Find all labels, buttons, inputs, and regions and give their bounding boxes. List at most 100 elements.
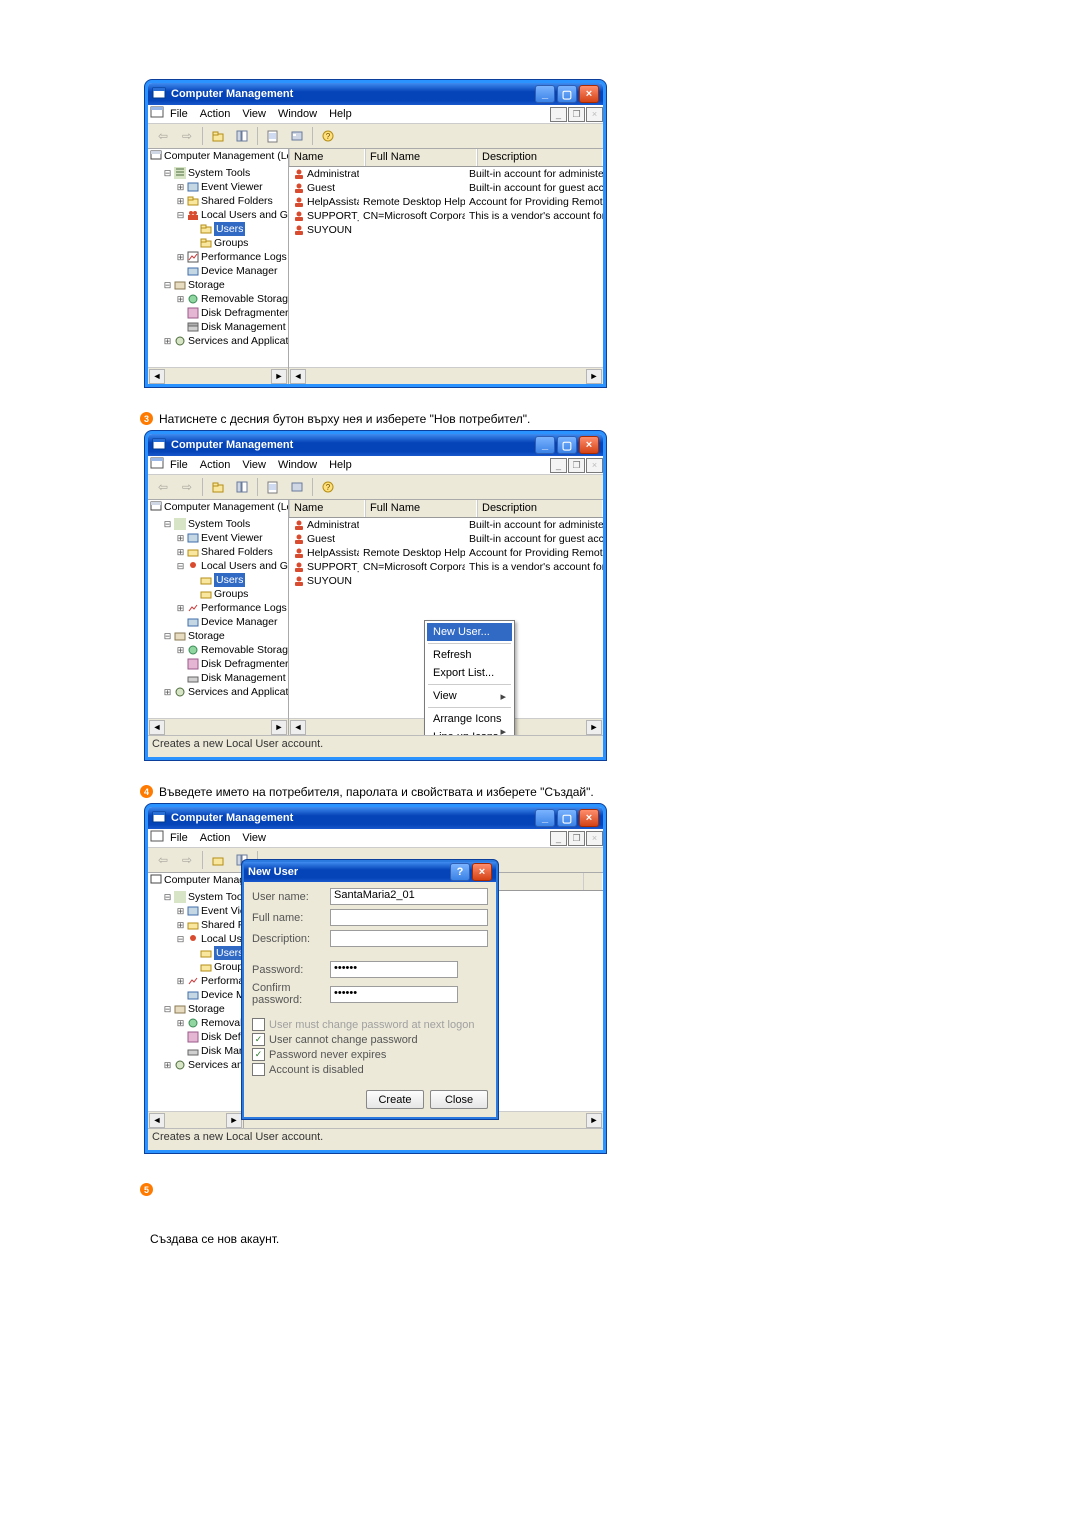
ctx-view[interactable]: View▸ — [427, 687, 512, 705]
tree-local-users[interactable]: Local Users and Groups — [201, 208, 288, 222]
tree-services[interactable]: Services and Applications — [188, 685, 288, 699]
menu-help[interactable]: Help — [329, 459, 352, 471]
console-tree[interactable]: Computer Manageme ⊟System Tools ⊞Event V… — [148, 873, 244, 1128]
tree-scrollbar[interactable]: ◄► — [148, 367, 288, 384]
export-button[interactable] — [262, 125, 284, 147]
tree-local-users[interactable]: Local Users a — [201, 932, 243, 946]
tree-users[interactable]: Users — [214, 222, 245, 236]
menu-file[interactable]: File — [170, 459, 188, 471]
up-button[interactable] — [207, 476, 229, 498]
column-headers[interactable]: Name Full Name Description — [289, 500, 603, 518]
minimize-button[interactable]: _ — [535, 436, 555, 454]
tree-perf[interactable]: Performance — [201, 974, 243, 988]
maximize-button[interactable]: ▢ — [557, 85, 577, 103]
mdi-minimize-button[interactable]: _ — [550, 458, 567, 473]
confirm-password-field[interactable]: •••••• — [330, 986, 458, 1003]
tree-diskmgmt[interactable]: Disk Management — [201, 320, 286, 334]
tree-local-users[interactable]: Local Users and Groups — [201, 559, 288, 573]
mdi-minimize-button[interactable]: _ — [550, 107, 567, 122]
table-row[interactable]: AdministratorBuilt-in account for admini… — [289, 167, 603, 181]
ctx-new-user[interactable]: New User... — [427, 623, 512, 641]
tree-event-viewer[interactable]: Event Viewer — [201, 904, 243, 918]
menu-view[interactable]: View — [242, 459, 266, 471]
nav-back-button[interactable]: ⇦ — [152, 849, 174, 871]
tree-defrag[interactable]: Disk Defragm — [201, 1030, 243, 1044]
tree-diskmgmt[interactable]: Disk Managem — [201, 1044, 243, 1058]
tree-groups[interactable]: Groups — [214, 960, 243, 974]
menu-action[interactable]: Action — [200, 832, 231, 844]
username-field[interactable]: SantaMaria2_01 — [330, 888, 488, 905]
list-scrollbar[interactable]: ◄► — [289, 367, 603, 384]
tree-services[interactable]: Services and App — [188, 1058, 243, 1072]
tree-root[interactable]: Computer Management (Local) — [164, 149, 288, 163]
password-field[interactable]: •••••• — [330, 961, 458, 978]
up-button[interactable] — [207, 849, 229, 871]
col-desc[interactable]: Description — [477, 149, 603, 166]
help-button[interactable]: ? — [317, 125, 339, 147]
export-button[interactable] — [262, 476, 284, 498]
tree-devmgr[interactable]: Device Manager — [201, 615, 277, 629]
table-row[interactable]: GuestBuilt-in account for guest access t… — [289, 181, 603, 195]
menu-action[interactable]: Action — [200, 108, 231, 120]
tree-removable[interactable]: Removable S — [201, 1016, 243, 1030]
tree-scrollbar[interactable]: ◄► — [148, 718, 288, 735]
tree-root[interactable]: Computer Manageme — [164, 873, 243, 887]
close-button[interactable]: × — [579, 85, 599, 103]
maximize-button[interactable]: ▢ — [557, 809, 577, 827]
menu-window[interactable]: Window — [278, 108, 317, 120]
chk-disabled[interactable]: Account is disabled — [252, 1063, 488, 1076]
minimize-button[interactable]: _ — [535, 809, 555, 827]
table-row[interactable]: AdministratorBuilt-in account for admini… — [289, 518, 603, 532]
menu-help[interactable]: Help — [329, 108, 352, 120]
tree-storage[interactable]: Storage — [188, 278, 225, 292]
table-row[interactable]: HelpAssistantRemote Desktop Help Assi...… — [289, 546, 603, 560]
menu-file[interactable]: File — [170, 108, 188, 120]
close-button[interactable]: Close — [430, 1090, 488, 1109]
show-hide-button[interactable] — [231, 125, 253, 147]
dialog-close-button[interactable]: × — [472, 863, 492, 881]
tree-event-viewer[interactable]: Event Viewer — [201, 180, 263, 194]
nav-back-button[interactable]: ⇦ — [152, 476, 174, 498]
ctx-lineup[interactable]: Line up Icons — [427, 728, 512, 735]
chk-cannot-change[interactable]: ✓User cannot change password — [252, 1033, 488, 1046]
tree-shared-folders[interactable]: Shared Folders — [201, 545, 273, 559]
tree-storage[interactable]: Storage — [188, 1002, 225, 1016]
dialog-help-button[interactable]: ? — [450, 863, 470, 881]
tree-system-tools[interactable]: System Tools — [188, 517, 250, 531]
col-name[interactable]: Name — [289, 500, 365, 517]
tree-defrag[interactable]: Disk Defragmenter — [201, 306, 288, 320]
mdi-restore-button[interactable]: ❐ — [568, 107, 585, 122]
col-name[interactable]: Name — [289, 149, 365, 166]
column-headers[interactable]: Name Full Name Description — [289, 149, 603, 167]
tree-perf[interactable]: Performance Logs and Alerts — [201, 250, 288, 264]
create-button[interactable]: Create — [366, 1090, 424, 1109]
menu-action[interactable]: Action — [200, 459, 231, 471]
tree-event-viewer[interactable]: Event Viewer — [201, 531, 263, 545]
close-button[interactable]: × — [579, 436, 599, 454]
ctx-export[interactable]: Export List... — [427, 664, 512, 682]
user-list[interactable]: AdministratorBuilt-in account for admini… — [289, 167, 603, 367]
mdi-close-button[interactable]: × — [586, 107, 603, 122]
tree-removable[interactable]: Removable Storage — [201, 643, 288, 657]
table-row[interactable]: HelpAssistantRemote Desktop Help Assi...… — [289, 195, 603, 209]
maximize-button[interactable]: ▢ — [557, 436, 577, 454]
mdi-close-button[interactable]: × — [586, 458, 603, 473]
chk-never-expires[interactable]: ✓Password never expires — [252, 1048, 488, 1061]
nav-forward-button[interactable]: ⇨ — [176, 476, 198, 498]
help-button[interactable]: ? — [317, 476, 339, 498]
refresh-button[interactable] — [286, 125, 308, 147]
ctx-arrange[interactable]: Arrange Icons▸ — [427, 710, 512, 728]
close-button[interactable]: × — [579, 809, 599, 827]
context-menu[interactable]: New User... Refresh Export List... View▸… — [424, 620, 515, 735]
console-tree[interactable]: Computer Management (Local) ⊟System Tool… — [148, 500, 289, 735]
tree-devmgr[interactable]: Device Mana — [201, 988, 243, 1002]
mdi-restore-button[interactable]: ❐ — [568, 458, 585, 473]
menu-view[interactable]: View — [242, 108, 266, 120]
tree-system-tools[interactable]: System Tools — [188, 166, 250, 180]
console-tree[interactable]: Computer Management (Local) ⊟System Tool… — [148, 149, 289, 384]
table-row[interactable]: SUYOUN — [289, 574, 603, 588]
show-hide-button[interactable] — [231, 476, 253, 498]
tree-groups[interactable]: Groups — [214, 236, 248, 250]
tree-services[interactable]: Services and Applications — [188, 334, 288, 348]
tree-diskmgmt[interactable]: Disk Management — [201, 671, 286, 685]
